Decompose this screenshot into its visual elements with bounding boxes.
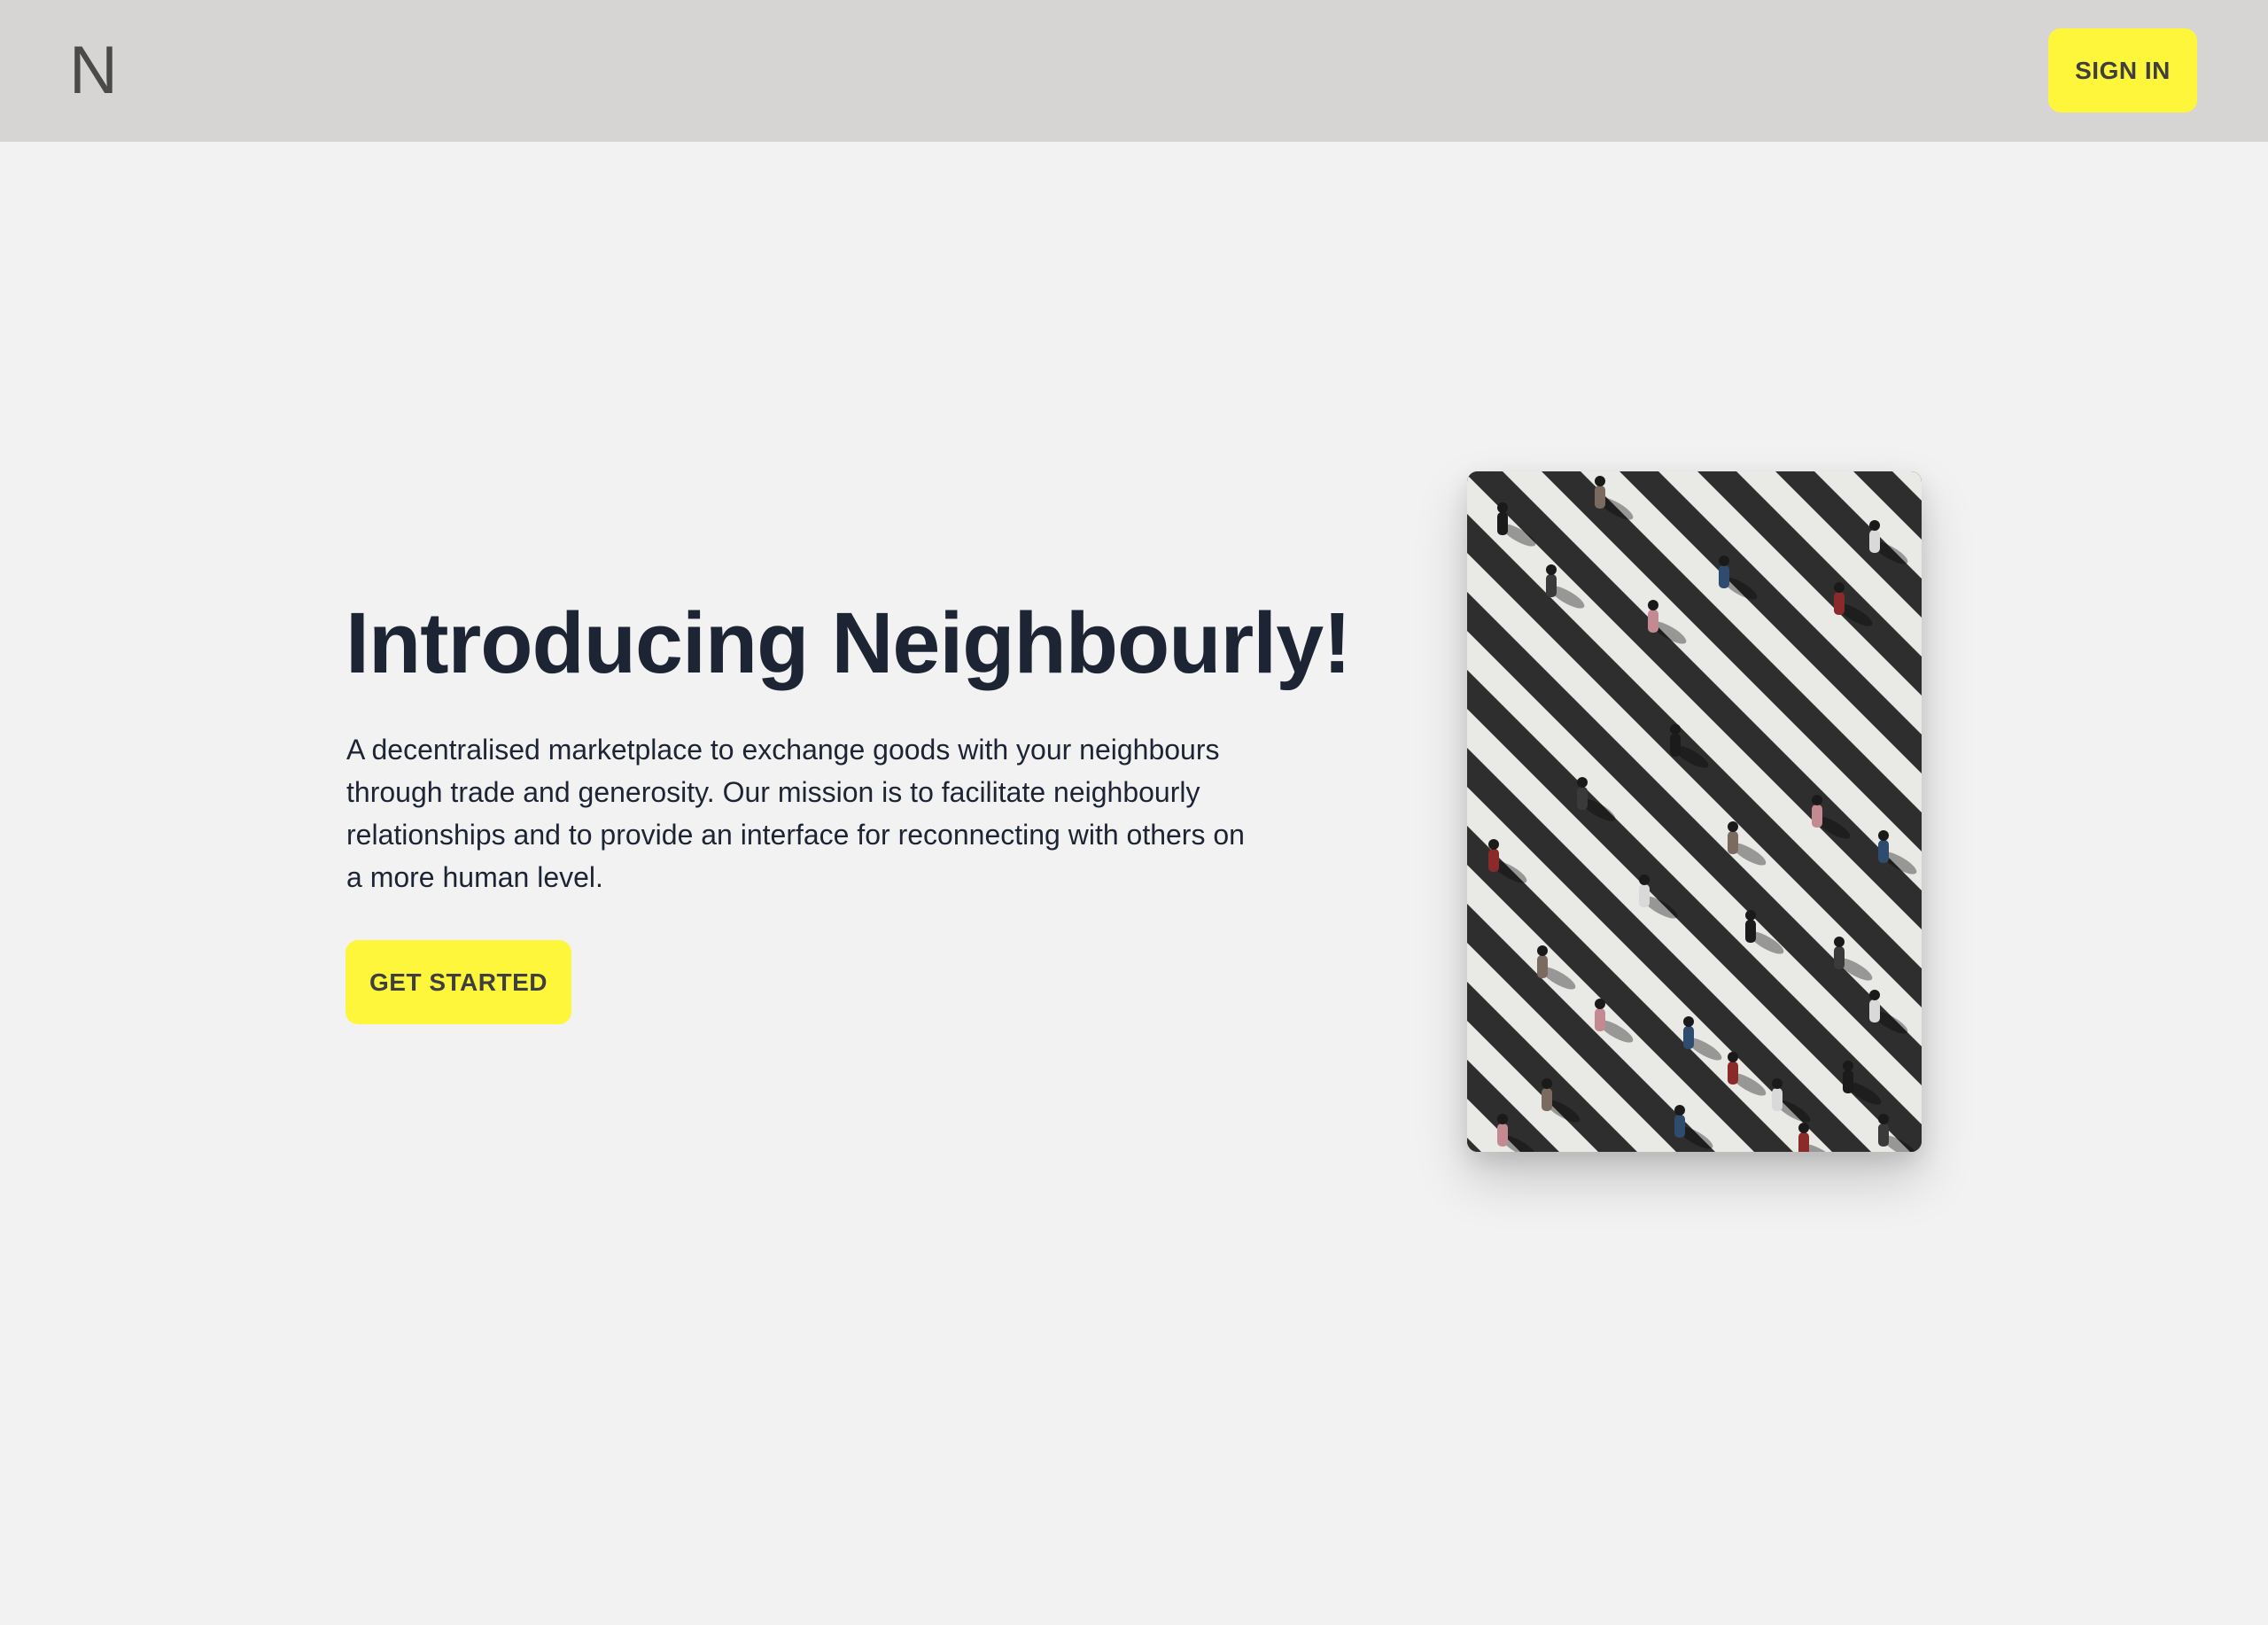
- sign-in-button[interactable]: SIGN IN: [2048, 28, 2197, 113]
- crosswalk-image: [1467, 471, 1922, 1152]
- hero-description: A decentralised marketplace to exchange …: [346, 734, 1245, 893]
- get-started-button[interactable]: GET STARTED: [346, 940, 571, 1024]
- hero-title: Introducing Neighbourly!: [346, 595, 1352, 691]
- top-navbar: N SIGN IN: [0, 0, 2268, 142]
- logo[interactable]: N: [69, 30, 118, 112]
- hero-photo: [1467, 471, 1922, 1152]
